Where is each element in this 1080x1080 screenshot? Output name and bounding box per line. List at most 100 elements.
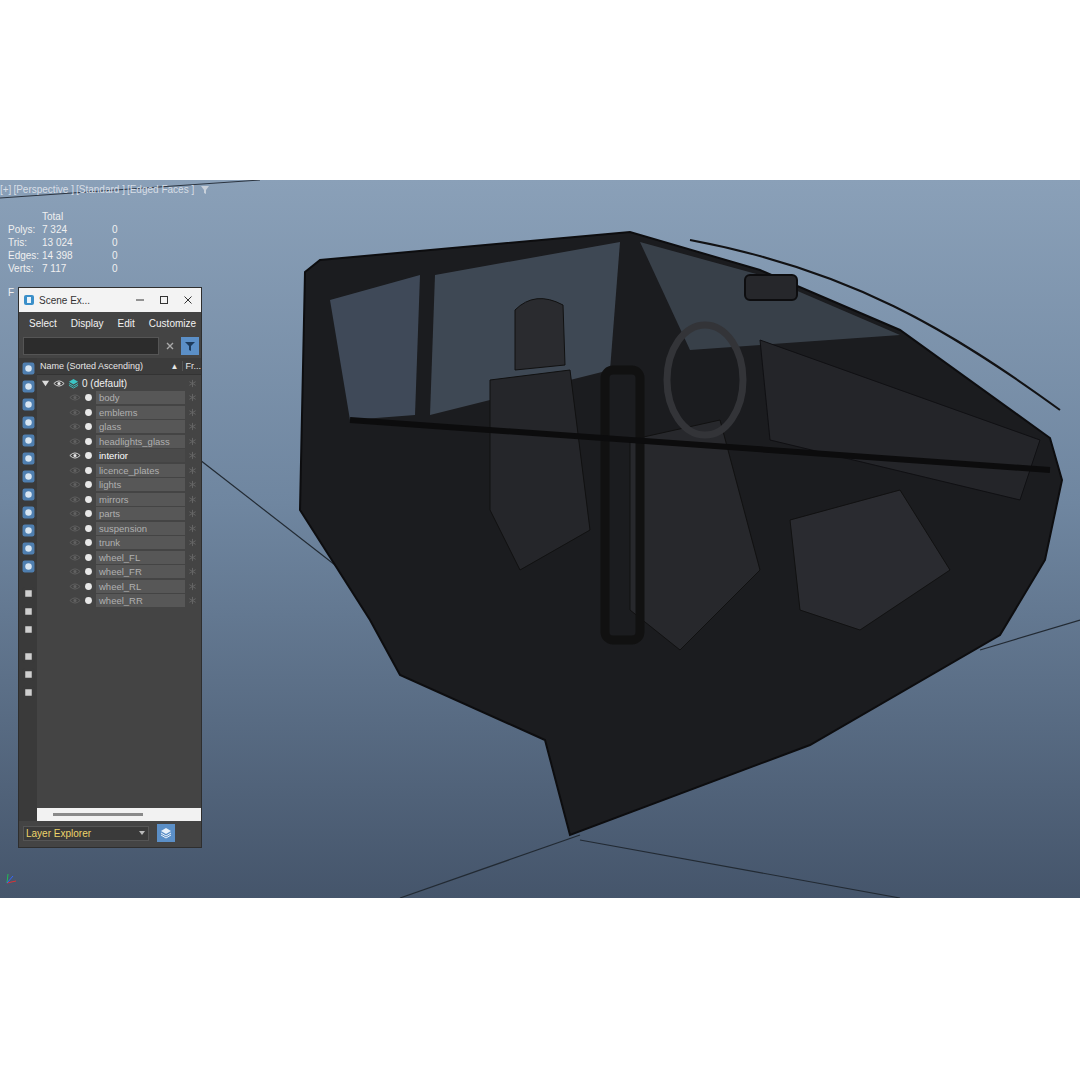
render-dot-icon[interactable] — [84, 538, 93, 547]
freeze-icon[interactable] — [188, 582, 197, 591]
eye-icon[interactable] — [69, 524, 81, 533]
render-dot-icon[interactable] — [84, 422, 93, 431]
render-dot-icon[interactable] — [84, 466, 93, 475]
search-field[interactable] — [23, 337, 159, 355]
layer-name[interactable]: trunk — [96, 536, 185, 549]
layer-row[interactable]: headlights_glass — [37, 434, 201, 449]
layer-row[interactable]: wheel_RR — [37, 594, 201, 609]
menu-item[interactable]: Select — [29, 318, 57, 329]
eye-icon[interactable] — [69, 466, 81, 475]
render-dot-icon[interactable] — [84, 553, 93, 562]
layer-name[interactable]: mirrors — [96, 493, 185, 506]
layer-name[interactable]: wheel_FL — [96, 551, 185, 564]
light-icon[interactable] — [22, 398, 35, 411]
viewport-label[interactable]: [+] — [0, 184, 11, 195]
viewport-label[interactable]: [Edged Faces ] — [127, 184, 194, 195]
menu-item[interactable]: Edit — [118, 318, 135, 329]
filter-button[interactable] — [181, 337, 199, 355]
bone-icon[interactable] — [22, 488, 35, 501]
eye-icon[interactable] — [69, 408, 81, 417]
eye-icon[interactable] — [69, 596, 81, 605]
close-icon[interactable] — [183, 295, 193, 305]
freeze-icon[interactable] — [188, 480, 197, 489]
layer-row[interactable]: parts — [37, 507, 201, 522]
freeze-icon[interactable] — [188, 553, 197, 562]
layer-row[interactable]: interior — [37, 449, 201, 464]
render-dot-icon[interactable] — [84, 408, 93, 417]
text-icon[interactable] — [22, 623, 35, 636]
eye-icon[interactable] — [69, 437, 81, 446]
viewport-label[interactable]: [Standard ] — [76, 184, 125, 195]
layer-name[interactable]: body — [96, 391, 185, 404]
title-bar[interactable]: Scene Ex... — [19, 288, 201, 312]
viewport-label[interactable]: [Perspective ] — [13, 184, 74, 195]
eye-icon[interactable] — [69, 538, 81, 547]
render-dot-icon[interactable] — [84, 437, 93, 446]
layer-name[interactable]: licence_plates — [96, 464, 185, 477]
scroll-thumb[interactable] — [53, 813, 143, 816]
viewport[interactable]: [+][Perspective ][Standard ][Edged Faces… — [0, 180, 1080, 898]
eye-icon[interactable] — [69, 451, 81, 460]
menu-item[interactable]: Customize — [149, 318, 196, 329]
frozen-column[interactable]: Fr... — [182, 361, 202, 371]
freeze-icon[interactable] — [188, 408, 197, 417]
group-icon[interactable] — [22, 470, 35, 483]
freeze-icon[interactable] — [188, 437, 197, 446]
layer-name[interactable]: 0 (default) — [82, 378, 185, 389]
menu-item[interactable]: Display — [71, 318, 104, 329]
viewport-labels[interactable]: [+][Perspective ][Standard ][Edged Faces… — [0, 184, 210, 195]
render-dot-icon[interactable] — [84, 524, 93, 533]
maximize-icon[interactable] — [159, 295, 169, 305]
layer-row[interactable]: body — [37, 391, 201, 406]
scene-explorer-window[interactable]: Scene Ex... Select Display Edit Customize Nam… — [18, 287, 202, 848]
layer-row[interactable]: wheel_RL — [37, 579, 201, 594]
expand-icon[interactable] — [41, 379, 50, 388]
warp-icon[interactable] — [22, 452, 35, 465]
render-dot-icon[interactable] — [84, 451, 93, 460]
eye-icon[interactable] — [69, 480, 81, 489]
layer-name[interactable]: headlights_glass — [96, 435, 185, 448]
layer-name[interactable]: glass — [96, 420, 185, 433]
root-layer-row[interactable]: 0 (default) — [37, 376, 201, 391]
minimize-icon[interactable] — [135, 295, 145, 305]
xref-icon[interactable] — [22, 506, 35, 519]
eye-icon[interactable] — [69, 509, 81, 518]
sort-indicator[interactable]: ▲ — [168, 362, 182, 371]
layer-name[interactable]: lights — [96, 478, 185, 491]
freeze-icon[interactable] — [188, 509, 197, 518]
helper-icon[interactable] — [22, 434, 35, 447]
eye-icon[interactable] — [69, 567, 81, 576]
tray-icon[interactable] — [22, 686, 35, 699]
layer-row[interactable]: emblems — [37, 405, 201, 420]
layer-row[interactable]: wheel_FR — [37, 565, 201, 580]
visible-icon[interactable] — [22, 560, 35, 573]
list-icon[interactable] — [22, 587, 35, 600]
filter-icon[interactable] — [22, 650, 35, 663]
render-dot-icon[interactable] — [84, 567, 93, 576]
freeze-icon[interactable] — [188, 379, 197, 388]
layer-row[interactable]: licence_plates — [37, 463, 201, 478]
shapes-icon[interactable] — [22, 380, 35, 393]
box-icon[interactable] — [22, 605, 35, 618]
eye-icon[interactable] — [69, 495, 81, 504]
layer-row[interactable]: lights — [37, 478, 201, 493]
freeze-icon[interactable] — [188, 451, 197, 460]
freeze-icon[interactable] — [188, 466, 197, 475]
eye-icon[interactable] — [69, 553, 81, 562]
camera-icon[interactable] — [22, 416, 35, 429]
frozen-icon[interactable] — [22, 542, 35, 555]
layer-name[interactable]: wheel_FR — [96, 565, 185, 578]
render-dot-icon[interactable] — [84, 495, 93, 504]
layer-name[interactable]: emblems — [96, 406, 185, 419]
explorer-dropdown[interactable]: Layer Explorer — [23, 826, 149, 841]
filter-icon[interactable] — [200, 185, 210, 195]
container-icon[interactable] — [22, 524, 35, 537]
render-dot-icon[interactable] — [84, 509, 93, 518]
column-header[interactable]: Name (Sorted Ascending)▲Fr... — [37, 358, 201, 375]
layer-row[interactable]: glass — [37, 420, 201, 435]
freeze-icon[interactable] — [188, 524, 197, 533]
freeze-icon[interactable] — [188, 596, 197, 605]
render-dot-icon[interactable] — [84, 393, 93, 402]
render-dot-icon[interactable] — [84, 596, 93, 605]
render-dot-icon[interactable] — [84, 582, 93, 591]
